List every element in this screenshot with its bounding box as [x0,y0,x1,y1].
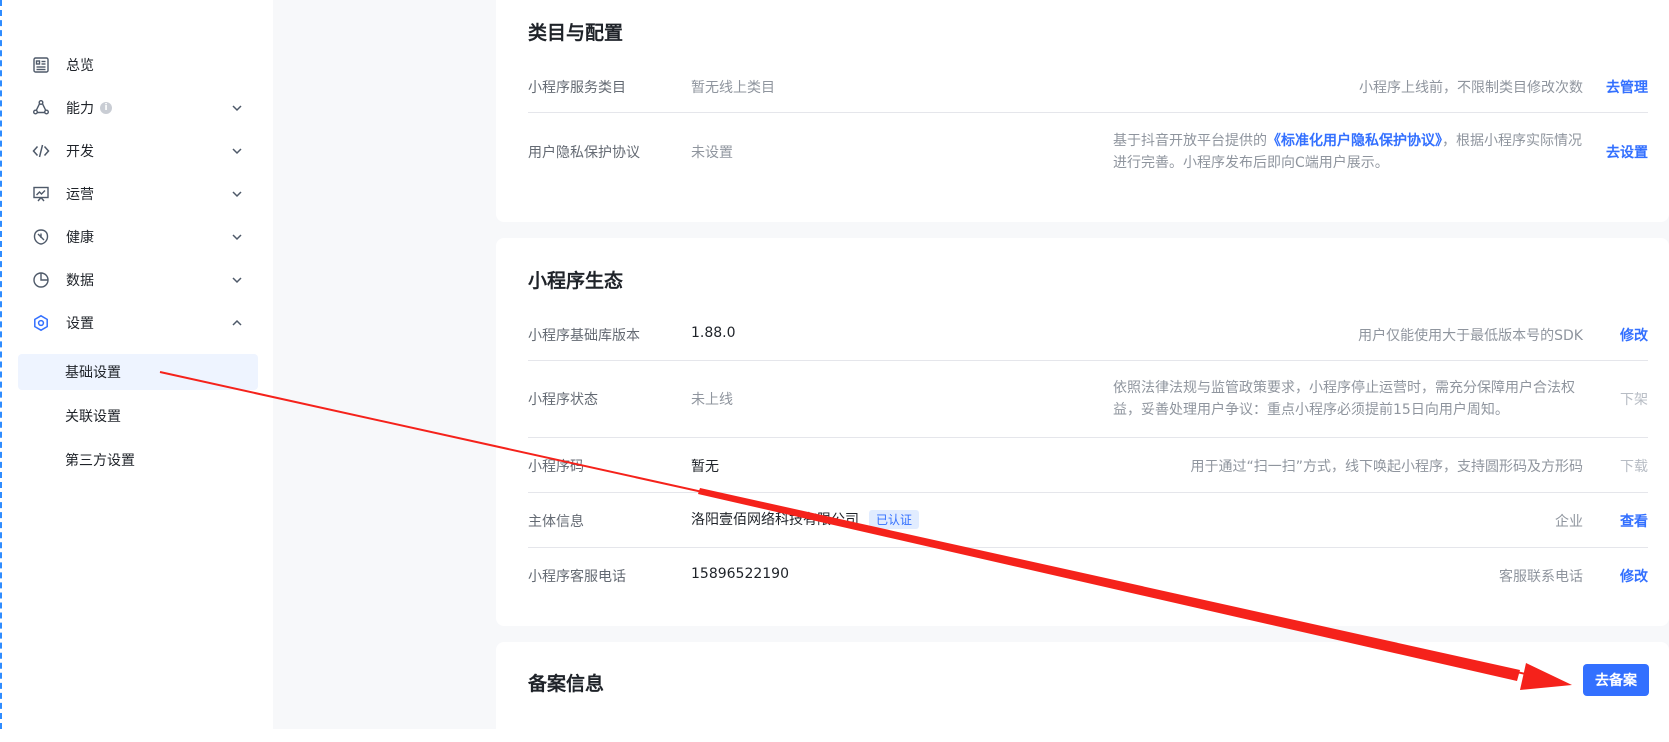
sidebar-subitem-third-party-settings[interactable]: 第三方设置 [18,442,258,478]
filing-info-card: 备案信息 去备案 [496,642,1669,742]
manage-link[interactable]: 去管理 [1588,77,1648,97]
card-title: 类目与配置 [528,22,624,44]
presentation-icon [30,183,52,205]
sidebar-item-label: 总览 [66,58,94,74]
row-label: 小程序码 [528,459,584,475]
capability-icon [30,97,52,119]
row-label: 小程序基础库版本 [528,328,640,344]
row-label: 用户隐私保护协议 [528,145,640,161]
sidebar-item-develop[interactable]: 开发 [18,133,258,169]
sidebar-subitem-basic-settings[interactable]: 基础设置 [18,354,258,390]
row-description: 企业 [1555,514,1583,530]
mini-program-ecosystem-card: 小程序生态 小程序基础库版本 1.88.0 用户仅能使用大于最低版本号的SDK … [496,238,1669,626]
base-library-version-row: 小程序基础库版本 1.88.0 用户仅能使用大于最低版本号的SDK 修改 [528,306,1648,361]
row-label: 小程序服务类目 [528,80,626,96]
row-value: 暂无线上类目 [691,80,775,96]
sidebar-subitem-link-settings[interactable]: 关联设置 [18,398,258,434]
set-link[interactable]: 去设置 [1588,142,1648,162]
sidebar-subitem-label: 关联设置 [65,409,121,425]
sidebar-item-health[interactable]: 健康 [18,219,258,255]
pie-chart-icon [30,269,52,291]
chevron-down-icon[interactable] [230,144,244,158]
download-link[interactable]: 下载 [1588,456,1648,476]
offline-link[interactable]: 下架 [1588,389,1648,409]
qr-code-row: 小程序码 暂无 用于通过“扫一扫”方式，线下唤起小程序，支持圆形码及方形码 下载 [528,438,1648,493]
desc-text: 基于抖音开放平台提供的 [1113,133,1267,149]
go-filing-button[interactable]: 去备案 [1583,664,1649,696]
modify-phone-link[interactable]: 修改 [1588,566,1648,586]
row-description: 基于抖音开放平台提供的《标准化用户隐私保护协议》，根据小程序实际情况进行完善。小… [1113,130,1583,174]
row-description: 小程序上线前，不限制类目修改次数 [1359,80,1583,96]
row-value: 洛阳壹佰网络科技有限公司 已认证 [691,509,920,529]
dashboard-icon [30,54,52,76]
sidebar-item-label: 设置 [66,316,94,332]
sidebar-item-label: 健康 [66,230,94,246]
chevron-down-icon[interactable] [230,230,244,244]
chevron-down-icon[interactable] [230,273,244,287]
category-config-card: 类目与配置 小程序服务类目 暂无线上类目 小程序上线前，不限制类目修改次数 去管… [496,0,1669,222]
sidebar: 总览 能力 i 开发 运营 健康 数据 设置 基础设置 关联设置 第三方设置 [3,0,273,729]
row-value: 15896522190 [691,566,789,582]
health-shield-icon [30,226,52,248]
row-value: 未设置 [691,145,733,161]
status-row: 小程序状态 未上线 依照法律法规与监管政策要求，小程序停止运营时，需充分保障用户… [528,361,1648,438]
sidebar-item-label: 能力 [66,101,94,117]
sidebar-item-data[interactable]: 数据 [18,262,258,298]
row-value: 未上线 [691,392,733,408]
sidebar-item-label: 数据 [66,273,94,289]
card-title: 备案信息 [528,673,605,695]
card-title: 小程序生态 [528,270,624,292]
service-phone-row: 小程序客服电话 15896522190 客服联系电话 修改 [528,548,1648,603]
sidebar-item-capability[interactable]: 能力 i [18,90,258,126]
info-icon[interactable]: i [100,102,112,114]
subject-info-row: 主体信息 洛阳壹佰网络科技有限公司 已认证 企业 查看 [528,493,1648,548]
modify-version-link[interactable]: 修改 [1588,325,1648,345]
row-value: 1.88.0 [691,325,736,341]
row-description: 客服联系电话 [1499,569,1583,585]
code-icon [30,140,52,162]
chevron-down-icon[interactable] [230,187,244,201]
chevron-down-icon[interactable] [230,101,244,115]
settings-icon [30,312,52,334]
sidebar-item-operations[interactable]: 运营 [18,176,258,212]
row-label: 小程序客服电话 [528,569,626,585]
chevron-up-icon[interactable] [230,316,244,330]
sidebar-item-label: 开发 [66,144,94,160]
row-description: 用户仅能使用大于最低版本号的SDK [1358,328,1583,344]
row-label: 小程序状态 [528,392,598,408]
privacy-agreement-row: 用户隐私保护协议 未设置 基于抖音开放平台提供的《标准化用户隐私保护协议》，根据… [528,113,1648,191]
sidebar-item-overview[interactable]: 总览 [18,47,258,83]
sidebar-item-settings[interactable]: 设置 [18,305,258,341]
row-label: 主体信息 [528,514,584,530]
row-description: 用于通过“扫一扫”方式，线下唤起小程序，支持圆形码及方形码 [1190,459,1583,475]
sidebar-subitem-label: 第三方设置 [65,453,135,469]
sidebar-subitem-label: 基础设置 [65,365,121,381]
row-description: 依照法律法规与监管政策要求，小程序停止运营时，需充分保障用户合法权益，妥善处理用… [1113,380,1575,418]
view-link[interactable]: 查看 [1588,511,1648,531]
sidebar-item-label: 运营 [66,187,94,203]
row-value: 暂无 [691,459,719,475]
service-category-row: 小程序服务类目 暂无线上类目 小程序上线前，不限制类目修改次数 去管理 [528,58,1648,113]
privacy-agreement-link[interactable]: 《标准化用户隐私保护协议》 [1267,133,1442,149]
verified-badge: 已认证 [869,509,920,529]
company-name: 洛阳壹佰网络科技有限公司 [691,512,859,528]
